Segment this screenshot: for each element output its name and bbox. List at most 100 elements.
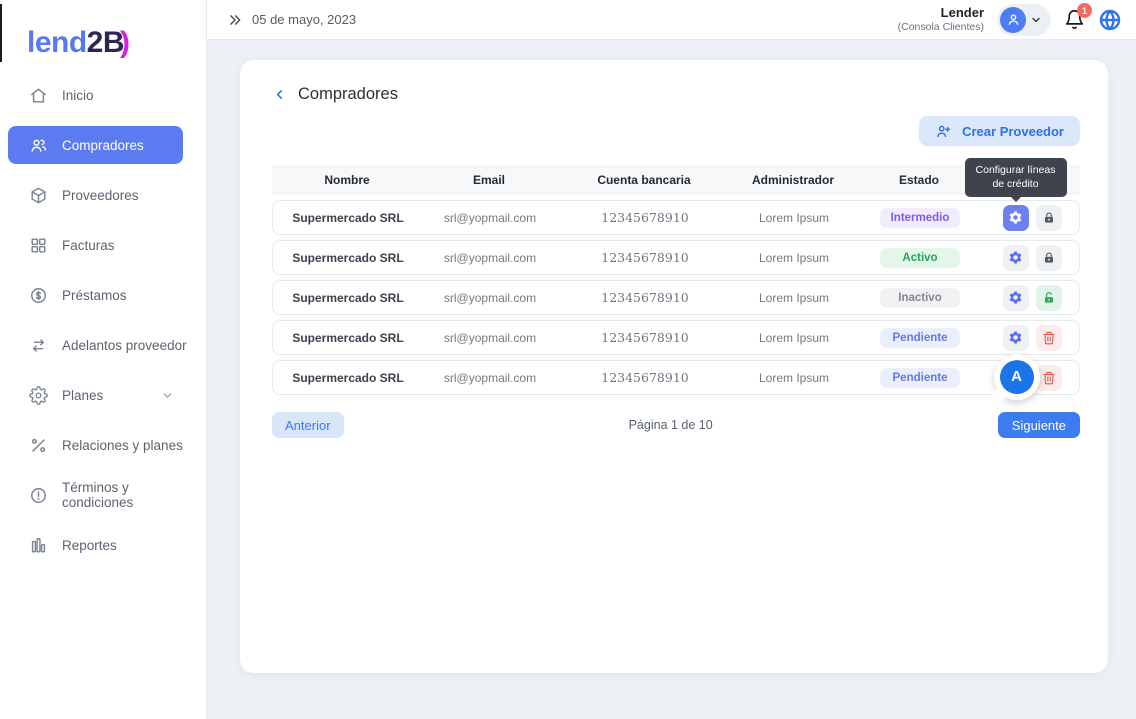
marker-label: A	[1000, 360, 1034, 394]
person-plus-icon	[935, 123, 952, 140]
sidebar-nav: Inicio Compradores Proveedores Facturas	[0, 76, 206, 564]
gear-icon	[1008, 290, 1023, 305]
header-nombre: Nombre	[272, 173, 422, 187]
pagination: Anterior Página 1 de 10 Siguiente	[272, 412, 1080, 438]
language-globe-button[interactable]	[1098, 8, 1122, 32]
sidebar-item-adelantos-proveedor[interactable]: Adelantos proveedor	[0, 326, 194, 364]
gear-icon	[1008, 250, 1023, 265]
info-circle-icon	[28, 485, 48, 505]
sidebar-item-label: Relaciones y planes	[62, 438, 183, 453]
buyer-name: Supermercado SRL	[273, 251, 423, 265]
buyer-admin: Lorem Ipsum	[733, 251, 855, 265]
buyer-email: srl@yopmail.com	[423, 251, 557, 265]
row-actions	[985, 285, 1079, 311]
logo-text-secondary: 2B	[87, 26, 124, 59]
status-badge: Intermedio	[880, 208, 960, 228]
notifications-button[interactable]: 1	[1064, 9, 1085, 30]
buyer-admin: Lorem Ipsum	[733, 291, 855, 305]
bar-chart-icon	[28, 535, 48, 555]
buyer-account: 12345678910	[557, 330, 733, 345]
sidebar-item-label: Compradores	[62, 138, 144, 153]
lock-icon	[1042, 211, 1056, 225]
topbar-right: Lender (Consola Clientes) 1	[898, 4, 1122, 36]
home-icon	[28, 85, 48, 105]
annotation-marker: A	[994, 354, 1040, 400]
row-actions: Configurar líneas de crédito	[985, 205, 1079, 231]
trash-icon	[1042, 371, 1056, 385]
scrollbar-artifact	[0, 4, 2, 62]
sidebar-item-facturas[interactable]: Facturas	[0, 226, 194, 264]
table-header-row: Nombre Email Cuenta bancaria Administrad…	[272, 165, 1080, 195]
table-row: Supermercado SRL srl@yopmail.com 1234567…	[272, 360, 1080, 395]
buyer-email: srl@yopmail.com	[423, 291, 557, 305]
table-row: Supermercado SRL srl@yopmail.com 1234567…	[272, 280, 1080, 315]
avatar	[1000, 7, 1026, 33]
sidebar-item-reportes[interactable]: Reportes	[0, 526, 194, 564]
page-title: Compradores	[298, 85, 398, 104]
status-badge: Pendiente	[880, 328, 960, 348]
sidebar-item-planes[interactable]: Planes	[0, 376, 194, 414]
header-email: Email	[422, 173, 556, 187]
sidebar-item-prestamos[interactable]: Préstamos	[0, 276, 194, 314]
buyers-table: Nombre Email Cuenta bancaria Administrad…	[272, 165, 1080, 395]
row-actions: A	[985, 365, 1079, 391]
sidebar: lend2B) Inicio Compradores Proveedores	[0, 0, 207, 719]
previous-page-button[interactable]: Anterior	[272, 412, 344, 438]
sidebar-item-relaciones-y-planes[interactable]: Relaciones y planes	[0, 426, 194, 464]
buyer-name: Supermercado SRL	[273, 331, 423, 345]
configure-credit-lines-button[interactable]	[1003, 325, 1029, 351]
buyer-account: 12345678910	[557, 370, 733, 385]
notification-badge: 1	[1077, 3, 1092, 18]
status-badge: Activo	[880, 248, 960, 268]
buyer-email: srl@yopmail.com	[423, 371, 557, 385]
user-menu-button[interactable]	[997, 4, 1051, 36]
row-actions	[985, 325, 1079, 351]
lock-button[interactable]	[1036, 245, 1062, 271]
buyer-account: 12345678910	[557, 210, 733, 225]
create-provider-button[interactable]: Crear Proveedor	[919, 116, 1080, 146]
header-cuenta-bancaria: Cuenta bancaria	[556, 173, 732, 187]
user-info: Lender (Consola Clientes)	[898, 5, 984, 34]
header-administrador: Administrador	[732, 173, 854, 187]
create-provider-label: Crear Proveedor	[962, 124, 1064, 139]
buyers-icon	[28, 135, 48, 155]
sidebar-item-label: Términos y condiciones	[62, 480, 194, 510]
buyer-account: 12345678910	[557, 250, 733, 265]
sidebar-item-compradores[interactable]: Compradores	[8, 126, 183, 164]
table-row: Supermercado SRL srl@yopmail.com 1234567…	[272, 200, 1080, 235]
buyer-admin: Lorem Ipsum	[733, 371, 855, 385]
topbar: 05 de mayo, 2023 Lender (Consola Cliente…	[207, 0, 1136, 40]
percent-icon	[28, 435, 48, 455]
current-date: 05 de mayo, 2023	[252, 12, 356, 27]
logo-text-primary: lend	[27, 26, 87, 59]
lock-button[interactable]	[1036, 205, 1062, 231]
status-badge: Inactivo	[880, 288, 960, 308]
sidebar-item-label: Préstamos	[62, 288, 127, 303]
transfer-arrows-icon	[28, 335, 48, 355]
user-role: (Consola Clientes)	[898, 21, 984, 34]
delete-button[interactable]	[1036, 325, 1062, 351]
sidebar-item-proveedores[interactable]: Proveedores	[0, 176, 194, 214]
sidebar-item-label: Planes	[62, 388, 103, 403]
app-window: lend2B) Inicio Compradores Proveedores	[0, 0, 1136, 719]
sidebar-item-inicio[interactable]: Inicio	[0, 76, 194, 114]
sidebar-item-terminos-y-condiciones[interactable]: Términos y condiciones	[0, 476, 194, 514]
page-info: Página 1 de 10	[344, 418, 998, 432]
configure-credit-lines-button[interactable]	[1003, 245, 1029, 271]
back-button[interactable]	[272, 87, 287, 102]
row-actions	[985, 245, 1079, 271]
sidebar-item-label: Inicio	[62, 88, 94, 103]
next-page-button[interactable]: Siguiente	[998, 412, 1080, 438]
configure-credit-lines-button[interactable]	[1003, 285, 1029, 311]
collapse-sidebar-icon[interactable]	[228, 13, 242, 27]
gear-icon	[1008, 210, 1023, 225]
sidebar-item-label: Facturas	[62, 238, 115, 253]
buyer-name: Supermercado SRL	[273, 291, 423, 305]
app-logo: lend2B)	[0, 0, 206, 60]
configure-credit-lines-button[interactable]	[1003, 205, 1029, 231]
buyer-name: Supermercado SRL	[273, 211, 423, 225]
user-name: Lender	[898, 5, 984, 21]
chevron-down-icon	[161, 389, 174, 402]
chevron-down-icon	[1030, 14, 1042, 26]
unlock-button[interactable]	[1036, 285, 1062, 311]
